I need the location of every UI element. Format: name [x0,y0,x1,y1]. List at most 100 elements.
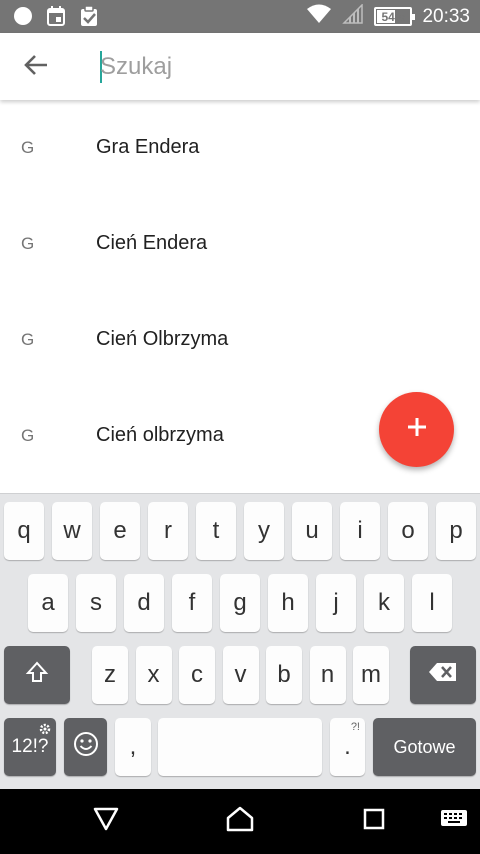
key-label: w [63,517,81,544]
backspace-key[interactable] [410,646,476,704]
key-label: z [104,661,116,688]
status-bar: 54% 20:33 [0,0,480,33]
settings-icon [38,720,52,742]
key-s[interactable]: s [76,574,116,632]
key-label: h [281,589,295,616]
key-label: c [191,661,203,688]
result-title: Cień olbrzyma [96,424,224,446]
key-f[interactable]: f [172,574,212,632]
wifi-icon [306,4,332,29]
key-y[interactable]: y [244,502,284,560]
key-label: r [164,517,172,544]
key-r[interactable]: r [148,502,188,560]
clipboard-check-icon [78,5,100,32]
keyboard-switch-button[interactable] [434,801,474,841]
triangle-back-icon [92,806,120,837]
key-label: i [357,517,363,544]
back-button[interactable] [18,49,54,85]
home-nav-button[interactable] [220,801,260,841]
navigation-bar [0,789,480,854]
add-fab-button[interactable] [379,392,454,467]
shift-key[interactable] [4,646,70,704]
key-label: g [233,589,247,616]
circle-icon [12,5,34,32]
key-label: m [361,661,381,688]
done-key[interactable]: Gotowe [373,718,476,776]
key-label: p [449,517,463,544]
square-icon [362,807,386,836]
key-label: u [305,517,319,544]
key-label: v [234,661,247,688]
key-q[interactable]: q [4,502,44,560]
key-d[interactable]: d [124,574,164,632]
key-u[interactable]: u [292,502,332,560]
key-b[interactable]: b [266,646,302,704]
battery-icon: 54% [374,7,416,26]
keyboard: 12!? , ?! . Gotowe q w e r t y u i o p a s d f g h j k l z x… [0,493,480,789]
period-key[interactable]: ?! . [330,718,365,776]
key-label: e [113,517,127,544]
key-z[interactable]: z [92,646,128,704]
key-label: q [17,517,31,544]
arrow-back-icon [23,52,49,83]
key-l[interactable]: l [412,574,452,632]
status-time: 20:33 [422,5,470,27]
result-item[interactable]: G Gra Endera [0,100,480,196]
recents-nav-button[interactable] [354,801,394,841]
result-letter: G [21,138,35,157]
key-label: x [147,661,160,688]
key-t[interactable]: t [196,502,236,560]
key-label: l [429,589,435,616]
result-letter: G [21,330,35,349]
key-label: b [277,661,291,688]
battery-percent: 54% [381,9,406,24]
search-header [0,33,480,100]
key-w[interactable]: w [52,502,92,560]
key-c[interactable]: c [179,646,215,704]
key-label: j [333,589,339,616]
period-key-sub: ?! [350,721,360,733]
backspace-icon [428,661,458,690]
key-label: d [137,589,151,616]
result-title: Cień Endera [96,232,208,254]
key-e[interactable]: e [100,502,140,560]
emoji-icon [73,731,99,764]
done-key-label: Gotowe [393,736,456,757]
key-h[interactable]: h [268,574,308,632]
period-key-label: . [344,733,351,760]
symbols-key[interactable]: 12!? [4,718,56,776]
key-x[interactable]: x [135,646,172,704]
search-input[interactable] [100,50,440,84]
key-label: n [320,661,335,688]
result-letter: G [21,234,35,253]
key-m[interactable]: m [353,646,389,704]
comma-key[interactable]: , [115,718,151,776]
key-n[interactable]: n [309,646,346,704]
key-p[interactable]: p [436,502,476,560]
emoji-key[interactable] [64,718,107,776]
calendar-icon [46,5,66,32]
back-nav-button[interactable] [86,801,126,841]
signal-icon [342,3,364,29]
home-icon [225,805,255,838]
key-label: s [90,589,102,616]
key-label: o [401,517,415,544]
key-v[interactable]: v [222,646,259,704]
key-label: k [378,589,390,616]
key-o[interactable]: o [388,502,428,560]
space-key[interactable] [158,718,322,776]
key-k[interactable]: k [364,574,404,632]
key-j[interactable]: j [316,574,356,632]
key-label: a [41,589,55,616]
key-label: f [188,589,196,616]
key-g[interactable]: g [220,574,260,632]
key-a[interactable]: a [28,574,68,632]
result-title: Gra Endera [96,136,200,158]
key-label: y [258,517,270,544]
plus-icon [405,415,429,444]
keyboard-icon [440,809,468,834]
result-item[interactable]: G Cień Endera [0,196,480,292]
result-item[interactable]: G Cień Olbrzyma [0,292,480,388]
key-i[interactable]: i [340,502,380,560]
result-letter: G [21,426,35,445]
